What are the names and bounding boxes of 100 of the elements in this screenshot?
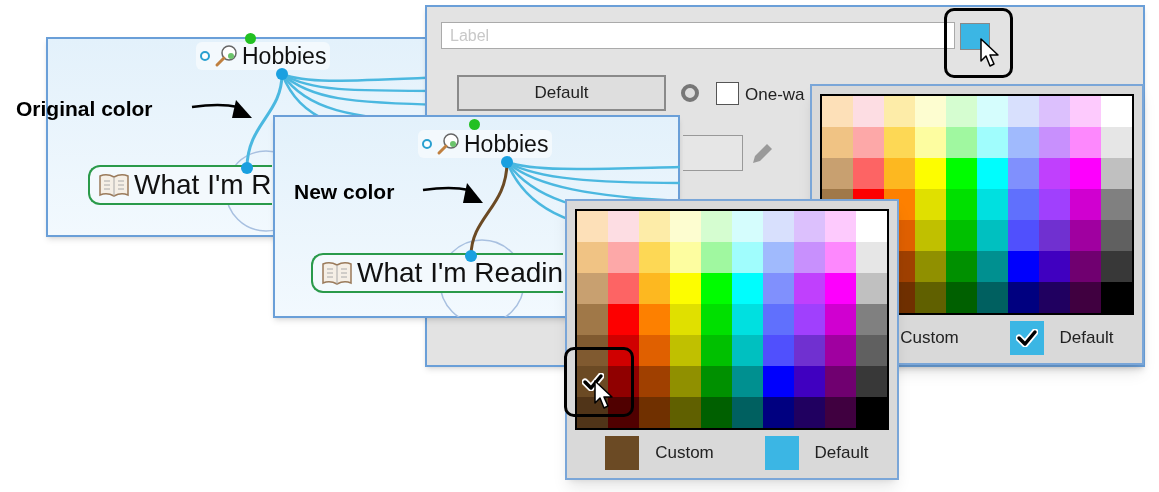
color-swatch[interactable] — [853, 96, 884, 127]
color-swatch[interactable] — [977, 220, 1008, 251]
color-swatch[interactable] — [577, 242, 608, 273]
color-swatch[interactable] — [856, 366, 887, 397]
color-swatch[interactable] — [822, 127, 853, 158]
color-swatch[interactable] — [639, 397, 670, 428]
color-swatch[interactable] — [825, 242, 856, 273]
color-swatch[interactable] — [763, 397, 794, 428]
color-swatch[interactable] — [794, 335, 825, 366]
color-swatch[interactable] — [1070, 282, 1101, 313]
child-node[interactable]: What I'm Readin — [311, 253, 564, 293]
color-swatch[interactable] — [853, 158, 884, 189]
color-swatch[interactable] — [1008, 96, 1039, 127]
color-swatch[interactable] — [670, 397, 701, 428]
color-swatch[interactable] — [1101, 158, 1132, 189]
color-swatch[interactable] — [884, 127, 915, 158]
color-swatch[interactable] — [1039, 282, 1070, 313]
color-swatch[interactable] — [856, 242, 887, 273]
topic-node[interactable]: Hobbies — [196, 42, 331, 70]
color-swatch[interactable] — [1039, 158, 1070, 189]
color-swatch[interactable] — [639, 335, 670, 366]
color-swatch[interactable] — [763, 211, 794, 242]
color-swatch[interactable] — [977, 96, 1008, 127]
color-swatch[interactable] — [825, 366, 856, 397]
color-swatch[interactable] — [1101, 251, 1132, 282]
color-swatch[interactable] — [670, 242, 701, 273]
color-swatch[interactable] — [946, 96, 977, 127]
color-swatch[interactable] — [794, 211, 825, 242]
color-swatch[interactable] — [794, 366, 825, 397]
color-swatch[interactable] — [1070, 189, 1101, 220]
color-swatch[interactable] — [732, 273, 763, 304]
color-swatch[interactable] — [639, 304, 670, 335]
color-swatch[interactable] — [763, 242, 794, 273]
color-swatch[interactable] — [1101, 127, 1132, 158]
color-swatch[interactable] — [977, 251, 1008, 282]
color-swatch[interactable] — [608, 273, 639, 304]
color-swatch[interactable] — [764, 436, 799, 470]
color-swatch[interactable] — [1101, 189, 1132, 220]
color-swatch[interactable] — [639, 211, 670, 242]
color-swatch[interactable] — [1039, 96, 1070, 127]
color-swatch[interactable] — [1008, 220, 1039, 251]
color-swatch[interactable] — [915, 282, 946, 313]
color-swatch[interactable] — [701, 242, 732, 273]
color-swatch[interactable] — [1008, 189, 1039, 220]
color-swatch[interactable] — [670, 211, 701, 242]
color-swatch[interactable] — [946, 189, 977, 220]
color-swatch[interactable] — [1009, 321, 1044, 355]
color-swatch[interactable] — [1039, 127, 1070, 158]
color-swatch[interactable] — [763, 335, 794, 366]
color-swatch[interactable] — [577, 304, 608, 335]
color-swatch[interactable] — [856, 273, 887, 304]
color-swatch[interactable] — [608, 211, 639, 242]
color-swatch[interactable] — [1008, 158, 1039, 189]
color-swatch[interactable] — [605, 436, 640, 470]
color-swatch[interactable] — [946, 251, 977, 282]
color-swatch[interactable] — [670, 335, 701, 366]
color-swatch[interactable] — [977, 127, 1008, 158]
color-swatch[interactable] — [884, 96, 915, 127]
color-swatch[interactable] — [608, 366, 639, 397]
one-way-checkbox[interactable] — [716, 82, 739, 105]
color-swatch[interactable] — [915, 220, 946, 251]
color-swatch[interactable] — [856, 211, 887, 242]
color-swatch[interactable] — [853, 127, 884, 158]
color-swatch[interactable] — [701, 397, 732, 428]
color-swatch[interactable] — [1101, 220, 1132, 251]
color-swatch[interactable] — [946, 220, 977, 251]
color-swatch[interactable] — [946, 282, 977, 313]
color-swatch[interactable] — [822, 158, 853, 189]
color-swatch[interactable] — [639, 273, 670, 304]
color-swatch[interactable] — [1101, 96, 1132, 127]
color-swatch[interactable] — [732, 304, 763, 335]
color-swatch[interactable] — [763, 366, 794, 397]
color-swatch[interactable] — [915, 158, 946, 189]
color-swatch[interactable] — [794, 397, 825, 428]
color-swatch[interactable] — [915, 251, 946, 282]
color-swatch[interactable] — [915, 189, 946, 220]
color-swatch[interactable] — [825, 273, 856, 304]
color-swatch[interactable] — [1039, 251, 1070, 282]
color-swatch[interactable] — [608, 242, 639, 273]
color-swatch[interactable] — [732, 366, 763, 397]
color-swatch[interactable] — [856, 397, 887, 428]
color-swatch[interactable] — [639, 366, 670, 397]
color-swatch[interactable] — [825, 304, 856, 335]
color-swatch[interactable] — [701, 304, 732, 335]
color-swatch[interactable] — [1008, 127, 1039, 158]
color-swatch[interactable] — [608, 304, 639, 335]
color-swatch[interactable] — [977, 189, 1008, 220]
color-swatch[interactable] — [794, 304, 825, 335]
color-swatch[interactable] — [794, 273, 825, 304]
color-swatch[interactable] — [732, 335, 763, 366]
color-swatch[interactable] — [825, 397, 856, 428]
topic-node[interactable]: Hobbies — [418, 130, 553, 158]
color-swatch[interactable] — [825, 335, 856, 366]
color-swatch[interactable] — [763, 304, 794, 335]
text-field[interactable] — [683, 135, 743, 171]
color-swatch[interactable] — [1070, 96, 1101, 127]
color-swatch[interactable] — [608, 397, 639, 428]
color-swatch[interactable] — [701, 335, 732, 366]
color-swatch[interactable] — [1039, 189, 1070, 220]
color-swatch[interactable] — [1008, 282, 1039, 313]
